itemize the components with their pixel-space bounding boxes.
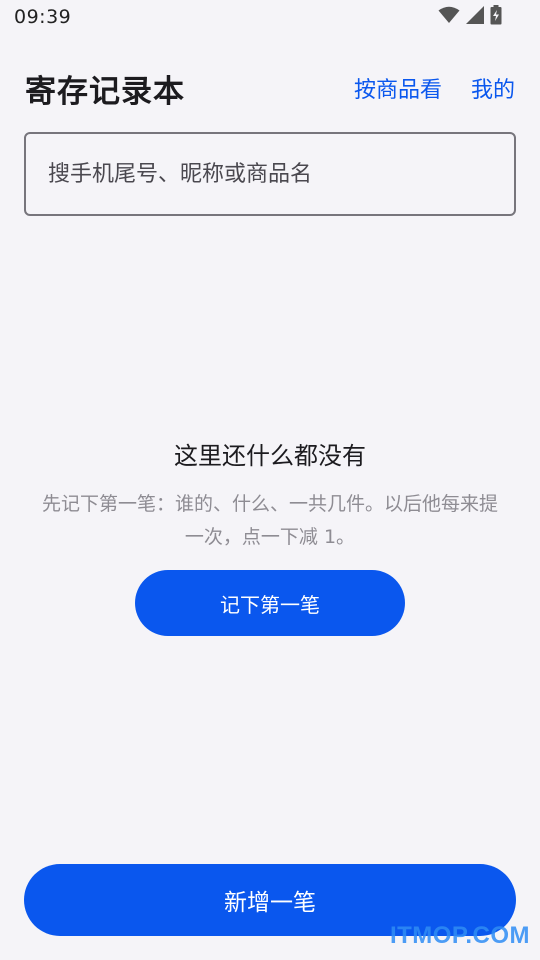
status-time: 09:39 [14, 6, 72, 28]
battery-charging-icon [490, 5, 502, 29]
mine-link[interactable]: 我的 [471, 72, 515, 104]
empty-state-title: 这里还什么都没有 [174, 442, 366, 470]
status-bar: 09:39 [0, 0, 540, 36]
record-first-entry-button[interactable]: 记下第一笔 [135, 570, 405, 636]
cellular-signal-icon [466, 6, 484, 28]
wifi-icon [438, 6, 460, 28]
empty-state-description: 先记下第一笔：谁的、什么、一共几件。以后他每来提一次，点一下减 1。 [41, 493, 498, 548]
search-input[interactable] [48, 134, 488, 214]
status-icons [438, 5, 502, 29]
search-box[interactable] [24, 132, 516, 216]
watermark-logo: ITMOP.COM [389, 922, 530, 949]
view-by-product-link[interactable]: 按商品看 [354, 72, 442, 104]
page-title: 寄存记录本 [25, 74, 185, 110]
